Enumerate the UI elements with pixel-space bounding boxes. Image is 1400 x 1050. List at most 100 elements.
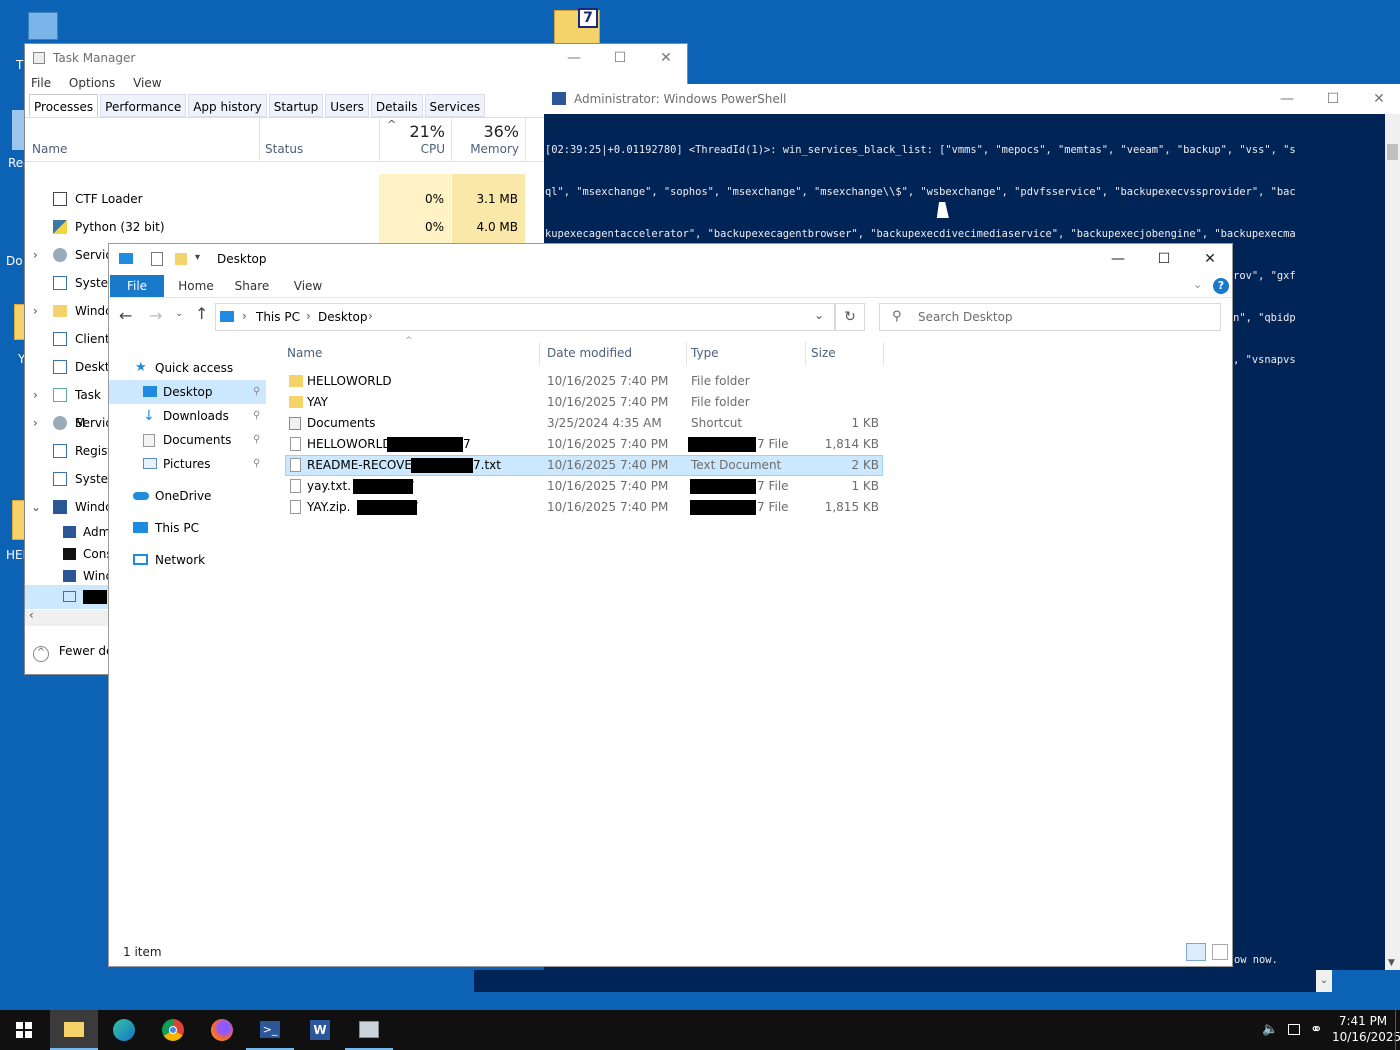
tab-services[interactable]: Services	[424, 94, 486, 117]
close-icon[interactable]: ✕	[1356, 85, 1400, 113]
column-name[interactable]: Name	[32, 142, 67, 156]
search-box[interactable]: ⚲ Search Desktop	[879, 303, 1221, 331]
process-row-partial[interactable]: Client	[25, 325, 110, 353]
process-row-partial[interactable]: Regist	[25, 437, 112, 465]
file-row[interactable]: yay.txt. 7 10/16/2025 7:40 PM 7 File 1 K…	[285, 476, 883, 497]
column-memory[interactable]: Memory	[465, 142, 519, 156]
menu-file[interactable]: File	[31, 76, 51, 90]
process-row[interactable]: Python (32 bit) 0% 4.0 MB	[25, 213, 545, 241]
column-date-modified[interactable]: Date modified	[547, 336, 632, 366]
ribbon-tab-share[interactable]: Share	[227, 275, 277, 297]
show-desktop-button[interactable]	[1395, 1010, 1400, 1050]
vertical-scrollbar[interactable]: ▼	[1385, 114, 1400, 970]
pin-icon[interactable]: ⚲	[253, 404, 260, 428]
taskbar-file-explorer[interactable]	[50, 1010, 98, 1050]
ribbon-tab-file[interactable]: File	[110, 275, 164, 297]
column-name[interactable]: Name	[287, 336, 322, 366]
desktop-ransom-note-icon[interactable]: 7	[552, 6, 602, 44]
clock[interactable]: 7:41 PM 10/16/2025	[1332, 1013, 1400, 1045]
file-row[interactable]: HELLOWORLD 10/16/2025 7:40 PM File folde…	[285, 371, 883, 392]
powershell-titlebar[interactable]: Administrator: Windows PowerShell — ☐ ✕	[544, 84, 1400, 114]
scroll-down-icon[interactable]: ▼	[1388, 958, 1395, 968]
taskbar-edge[interactable]	[100, 1010, 148, 1050]
help-icon[interactable]: ?	[1213, 278, 1229, 294]
menu-options[interactable]: Options	[69, 76, 115, 90]
tab-processes[interactable]: Processes	[29, 94, 99, 117]
breadcrumb-this-pc[interactable]: This PC	[256, 310, 300, 324]
volume-icon[interactable]: 🔈	[1262, 1022, 1278, 1037]
close-icon[interactable]: ✕	[643, 44, 689, 72]
qat-dropdown-icon[interactable]: ▾	[195, 252, 200, 263]
taskbar-word[interactable]: W	[296, 1010, 344, 1050]
column-status[interactable]: Status	[265, 142, 303, 156]
nav-network[interactable]: Network	[109, 548, 266, 572]
file-row[interactable]: HELLOWORLD. 7 10/16/2025 7:40 PM 7 File …	[285, 434, 883, 455]
forward-arrow-icon[interactable]: →	[149, 306, 162, 325]
file-row[interactable]: YAY.zip. 7 10/16/2025 7:40 PM 7 File 1,8…	[285, 497, 883, 518]
new-folder-icon[interactable]	[175, 253, 187, 265]
start-button[interactable]	[0, 1010, 48, 1050]
maximize-icon[interactable]: ☐	[1310, 85, 1356, 113]
column-type[interactable]: Type	[691, 336, 719, 366]
back-arrow-icon[interactable]: ←	[119, 306, 132, 325]
taskbar-task-manager[interactable]	[345, 1010, 393, 1050]
minimize-icon[interactable]: —	[1095, 245, 1141, 273]
pin-icon[interactable]: ⚲	[253, 452, 260, 476]
tab-performance[interactable]: Performance	[100, 94, 187, 117]
process-row-partial[interactable]: › Windc	[25, 297, 112, 325]
file-explorer-window[interactable]: ▾ Desktop — ☐ ✕ File Home Share View ⌄ ?…	[108, 243, 1233, 967]
file-row[interactable]: YAY 10/16/2025 7:40 PM File folder	[285, 392, 883, 413]
taskbar-chrome[interactable]	[149, 1010, 197, 1050]
fewer-details-button[interactable]: ^ Fewer det	[33, 642, 118, 662]
pin-icon[interactable]: ⚲	[253, 428, 260, 452]
address-dropdown-icon[interactable]: ⌄	[814, 308, 824, 322]
recent-dropdown-icon[interactable]: ⌄	[175, 308, 183, 319]
tab-app-history[interactable]: App history	[188, 94, 267, 117]
taskbar-powershell[interactable]: >_	[246, 1010, 294, 1050]
column-size[interactable]: Size	[811, 336, 836, 366]
details-view-icon[interactable]	[1186, 943, 1206, 961]
tab-details[interactable]: Details	[370, 94, 423, 117]
process-row-partial[interactable]: › Servic	[25, 409, 112, 437]
process-subrow-selected[interactable]	[25, 585, 109, 609]
breadcrumb-desktop[interactable]: Desktop	[318, 310, 368, 324]
network-globe-icon[interactable]: ⚭	[1310, 1020, 1323, 1038]
taskbar-firefox[interactable]	[198, 1010, 246, 1050]
properties-icon[interactable]	[151, 252, 163, 266]
nav-downloads[interactable]: ↓ Downloads ⚲	[109, 404, 266, 428]
nav-desktop[interactable]: Desktop ⚲	[109, 380, 266, 404]
menu-view[interactable]: View	[133, 76, 161, 90]
process-row-partial[interactable]: Systen	[25, 269, 116, 297]
nav-this-pc[interactable]: This PC	[109, 516, 266, 540]
explorer-titlebar[interactable]: ▾ Desktop — ☐ ✕	[109, 244, 1232, 274]
process-row-partial[interactable]: Deskto	[25, 353, 117, 381]
powershell-hscrollbar[interactable]: ⌄	[474, 970, 1332, 992]
process-row-partial[interactable]: › Servic	[25, 241, 112, 269]
notification-area-icon[interactable]	[1288, 1024, 1300, 1035]
desktop-icon-recycle-bin[interactable]	[26, 10, 60, 44]
process-row-partial[interactable]: › Task M	[25, 381, 109, 430]
nav-onedrive[interactable]: OneDrive	[109, 484, 266, 508]
process-row[interactable]: CTF Loader 0% 3.1 MB	[25, 185, 545, 213]
task-manager-titlebar[interactable]: Task Manager — ☐ ✕	[25, 44, 687, 72]
expand-ribbon-icon[interactable]: ⌄	[1193, 278, 1202, 291]
tab-startup[interactable]: Startup	[268, 94, 324, 117]
close-icon[interactable]: ✕	[1187, 245, 1233, 273]
tab-users[interactable]: Users	[325, 94, 369, 117]
process-row-partial[interactable]: Systen	[25, 465, 116, 493]
nav-quick-access[interactable]: ★ Quick access	[109, 356, 266, 380]
minimize-icon[interactable]: —	[551, 44, 597, 72]
large-icons-view-icon[interactable]	[1212, 944, 1228, 960]
horizontal-scrollbar[interactable]: ‹	[25, 608, 109, 626]
scroll-thumb[interactable]	[1387, 144, 1398, 160]
file-row-selected[interactable]: README-RECOVER- 7.txt 10/16/2025 7:40 PM…	[285, 455, 883, 476]
file-row[interactable]: Documents 3/25/2024 4:35 AM Shortcut 1 K…	[285, 413, 883, 434]
maximize-icon[interactable]: ☐	[597, 44, 643, 72]
nav-pictures[interactable]: Pictures ⚲	[109, 452, 266, 476]
ribbon-tab-home[interactable]: Home	[171, 275, 221, 297]
address-bar[interactable]: › This PC › Desktop › ⌄	[215, 303, 835, 331]
up-arrow-icon[interactable]: ↑	[195, 304, 208, 323]
nav-documents[interactable]: Documents ⚲	[109, 428, 266, 452]
column-cpu[interactable]: CPU	[405, 142, 445, 156]
minimize-icon[interactable]: —	[1264, 85, 1310, 113]
